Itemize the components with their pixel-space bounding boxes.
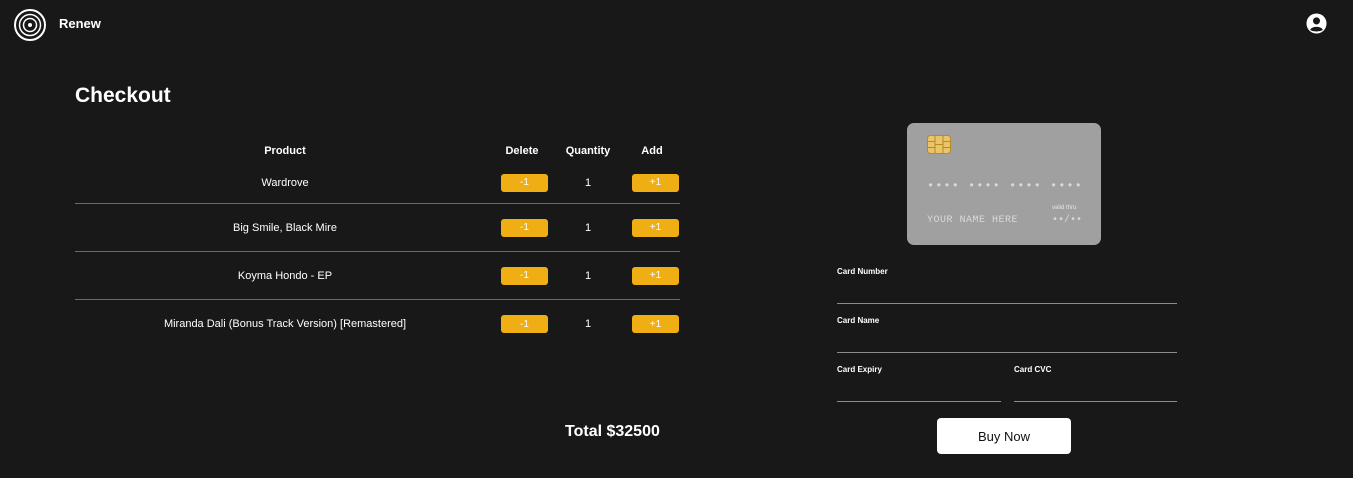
- valid-thru-label: valid thru: [1052, 205, 1077, 211]
- quantity-value: 1: [584, 221, 592, 234]
- decrease-quantity-button[interactable]: -1: [501, 315, 548, 333]
- quantity-value: 1: [584, 269, 592, 282]
- card-number-field: Card Number: [837, 267, 1177, 304]
- page-title: Checkout: [75, 84, 171, 107]
- column-header-product: Product: [264, 145, 306, 157]
- cart-header-row: Product Delete Quantity Add: [75, 140, 680, 162]
- decrease-quantity-button[interactable]: -1: [501, 266, 548, 285]
- card-expiry-label: Card Expiry: [837, 365, 882, 374]
- user-circle-icon[interactable]: [1306, 13, 1327, 34]
- brand-name[interactable]: Renew: [59, 16, 101, 31]
- card-name-field: Card Name: [837, 316, 1177, 353]
- vinyl-record-icon[interactable]: [14, 9, 46, 41]
- product-name: Wardrove: [261, 176, 309, 189]
- increase-quantity-button[interactable]: +1: [632, 173, 679, 192]
- cart-row: Big Smile, Black Mire -1 1 +1: [75, 204, 680, 252]
- increase-quantity-button[interactable]: +1: [632, 266, 679, 285]
- card-name-input[interactable]: [837, 329, 1177, 353]
- cart-row: Koyma Hondo - EP -1 1 +1: [75, 252, 680, 300]
- card-expiry-preview: ••/••: [1052, 215, 1083, 226]
- column-header-delete: Delete: [505, 145, 539, 157]
- card-cvc-field: Card CVC: [1014, 365, 1177, 402]
- increase-quantity-button[interactable]: +1: [632, 218, 679, 237]
- card-expiry-input[interactable]: [837, 378, 1001, 402]
- credit-card-preview: •••• •••• •••• •••• YOUR NAME HERE valid…: [907, 123, 1101, 245]
- product-name: Big Smile, Black Mire: [233, 221, 337, 234]
- card-number-label: Card Number: [837, 267, 888, 276]
- card-cvc-input[interactable]: [1014, 378, 1177, 402]
- increase-quantity-button[interactable]: +1: [632, 315, 679, 333]
- quantity-value: 1: [584, 176, 592, 189]
- top-bar: Renew: [0, 0, 1353, 48]
- column-header-quantity: Quantity: [565, 145, 611, 157]
- order-total: Total $32500: [565, 423, 660, 440]
- buy-now-button[interactable]: Buy Now: [937, 418, 1071, 454]
- cart-row: Miranda Dali (Bonus Track Version) [Rema…: [75, 300, 680, 348]
- product-name: Koyma Hondo - EP: [237, 269, 333, 282]
- card-holder-preview: YOUR NAME HERE: [927, 215, 1019, 226]
- cart-table: Product Delete Quantity Add Wardrove -1 …: [75, 140, 680, 348]
- card-chip-icon: [927, 135, 951, 154]
- card-expiry-field: Card Expiry: [837, 365, 1001, 402]
- card-number-input[interactable]: [837, 280, 1177, 304]
- card-name-label: Card Name: [837, 316, 880, 325]
- decrease-quantity-button[interactable]: -1: [501, 173, 548, 192]
- card-cvc-label: Card CVC: [1014, 365, 1052, 374]
- column-header-add: Add: [641, 145, 663, 157]
- decrease-quantity-button[interactable]: -1: [501, 218, 548, 237]
- quantity-value: 1: [584, 318, 592, 330]
- card-number-preview: •••• •••• •••• ••••: [927, 179, 1083, 193]
- cart-row: Wardrove -1 1 +1: [75, 162, 680, 204]
- product-name: Miranda Dali (Bonus Track Version) [Rema…: [163, 318, 407, 330]
